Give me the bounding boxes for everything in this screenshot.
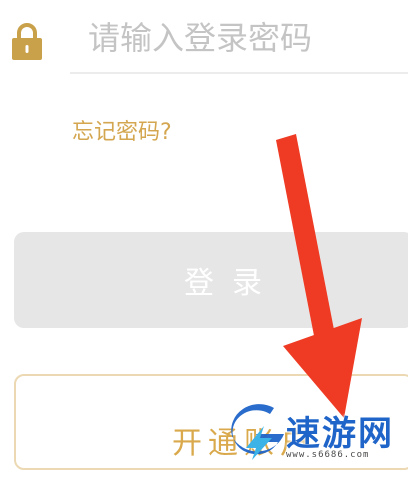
login-button-label: 登录 [184, 266, 280, 301]
login-button[interactable]: 登录 [14, 232, 408, 328]
watermark-logo-text: 速游网 [286, 414, 394, 454]
watermark-logo-icon [231, 404, 284, 460]
login-screen: 忘记密码? 登录 开通账户 速游网 www.s6686.com [0, 0, 408, 480]
password-underline [70, 72, 408, 74]
watermark-url: www.s6686.com [286, 450, 370, 460]
lock-icon [12, 23, 42, 60]
password-row [0, 0, 408, 74]
watermark: 速游网 www.s6686.com [226, 400, 408, 472]
password-input[interactable] [76, 10, 396, 66]
forgot-password-link[interactable]: 忘记密码? [72, 114, 172, 146]
